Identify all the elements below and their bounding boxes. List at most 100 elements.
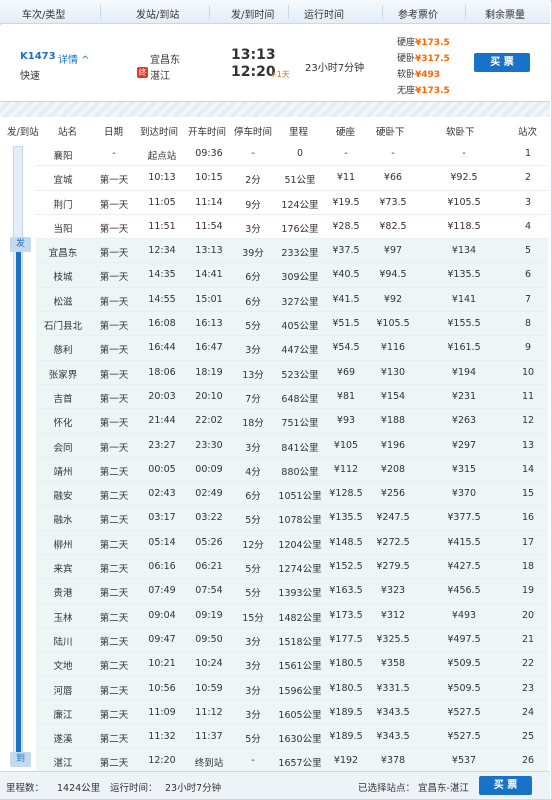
- cell-dist: 405公里: [281, 321, 319, 333]
- table-row[interactable]: 吉首 第一天 20:03 20:10 7分 648公里 ¥81 ¥154 ¥231 11: [36, 384, 548, 410]
- header-times: 发/到时间: [231, 10, 275, 21]
- stop-table-header: 发/到站 站名 日期 到达时间 开车时间 停车时间 里程 硬座 硬卧下 软卧下 …: [0, 118, 550, 142]
- cell-name: 河唇: [53, 685, 73, 697]
- table-row[interactable]: 靖州 第二天 00:05 00:09 4分 880公里 ¥112 ¥208 ¥315 14: [36, 457, 548, 483]
- arrive-marker[interactable]: 到: [10, 752, 31, 767]
- cell-arr: 11:51: [148, 220, 176, 232]
- cell-dist: 124公里: [281, 199, 319, 211]
- cell-stop: 6分: [245, 272, 261, 284]
- depart-marker[interactable]: 发: [10, 237, 31, 252]
- table-row[interactable]: 慈利 第一天 16:44 16:47 3分 447公里 ¥54.5 ¥116 ¥161.5 9: [36, 336, 548, 361]
- cell-dist: 1605公里: [278, 709, 322, 721]
- cell-hard: ¥54.5: [332, 342, 360, 354]
- cell-dep: 11:12: [195, 706, 223, 718]
- train-type: 快速: [20, 71, 40, 82]
- cell-no: 13: [521, 439, 535, 451]
- table-row[interactable]: 宜昌东 第一天 12:34 13:13 39分 233公里 ¥37.5 ¥97 ¥134 5: [36, 239, 548, 264]
- cell-day: 第二天: [99, 685, 129, 697]
- table-row[interactable]: 廉江 第二天 11:09 11:12 3分 1605公里 ¥189.5 ¥343.5 ¥527.…: [36, 700, 548, 726]
- table-row[interactable]: 枝城 第一天 14:35 14:41 6分 309公里 ¥40.5 ¥94.5 ¥135.5 6: [36, 263, 548, 288]
- table-row[interactable]: 陆川 第二天 09:47 09:50 3分 1518公里 ¥177.5 ¥325.5 ¥497.…: [36, 627, 548, 653]
- arrive-time: 12:20: [231, 64, 276, 80]
- footer-selected-value: 宜昌东-湛江: [418, 783, 469, 794]
- cell-arr: 09:04: [148, 609, 176, 621]
- cell-day: 第一天: [99, 442, 129, 454]
- cell-dep: 00:09: [195, 463, 223, 475]
- table-row[interactable]: 当阳 第一天 11:51 11:54 3分 176公里 ¥28.5 ¥82.5 ¥118.5 4: [36, 215, 548, 240]
- cell-hsl: ¥196: [380, 439, 406, 451]
- price-no-seat: 无座¥173.5: [397, 86, 450, 96]
- stop-list: 襄阳 - 起点站 09:36-0- - -1 宜城 第一天 10:13 10:15 2分 51公里 ¥1…: [36, 142, 548, 774]
- col-day: 日期: [104, 127, 124, 138]
- table-row[interactable]: 河唇 第二天 10:56 10:59 3分 1596公里 ¥180.5 ¥331.5 ¥509.…: [36, 676, 548, 701]
- cell-day: 第二天: [99, 734, 129, 746]
- cell-day: 第二天: [99, 758, 129, 770]
- table-row[interactable]: 荆门 第一天 11:05 11:14 9分 124公里 ¥19.5 ¥73.5 ¥105.5 3: [36, 191, 548, 215]
- table-row[interactable]: 石门县北 第一天 16:08 16:13 5分 405公里 ¥51.5 ¥105.5 ¥155.…: [36, 312, 548, 337]
- cell-hsl: ¥312: [380, 609, 406, 621]
- cell-day: 第一天: [99, 175, 129, 187]
- table-row[interactable]: 文地 第二天 10:21 10:24 3分 1561公里 ¥180.5 ¥358 ¥509.5 2…: [36, 652, 548, 677]
- table-row[interactable]: 张家界 第一天 18:06 18:19 13分 523公里 ¥69 ¥130 ¥194 10: [36, 360, 548, 385]
- cell-hsl: ¥82.5: [379, 220, 407, 232]
- cell-hsl: ¥325.5: [376, 633, 410, 645]
- cell-hard: ¥112: [333, 463, 359, 475]
- cell-stop: 3分: [245, 685, 261, 697]
- cell-ssl: ¥509.5: [447, 658, 481, 670]
- cell-hsl: ¥331.5: [376, 682, 410, 694]
- table-row[interactable]: 融水 第二天 03:17 03:22 5分 1078公里 ¥135.5 ¥247.5 ¥377.…: [36, 506, 548, 531]
- footer-buy-button[interactable]: 买 票: [479, 776, 532, 795]
- cell-name: 来宾: [53, 564, 73, 576]
- cell-arr: 16:08: [148, 318, 176, 330]
- cell-dist: 841公里: [281, 442, 319, 454]
- cell-arr: 06:16: [148, 561, 176, 573]
- cell-ssl: ¥231: [451, 390, 477, 402]
- buy-ticket-button[interactable]: 买 票: [474, 53, 530, 72]
- footer-duration-value: 23小时7分钟: [165, 783, 222, 794]
- table-row[interactable]: 松滋 第一天 14:55 15:01 6分 327公里 ¥41.5 ¥92 ¥141 7: [36, 287, 548, 313]
- cell-name: 贵港: [53, 588, 73, 600]
- footer-distance-label: 里程数：: [6, 783, 45, 794]
- table-row[interactable]: 来宾 第二天 06:16 06:21 5分 1274公里 ¥152.5 ¥279.5 ¥427.…: [36, 555, 548, 580]
- table-row[interactable]: 宜城 第一天 10:13 10:15 2分 51公里 ¥11 ¥66 ¥92.5 2: [36, 166, 548, 191]
- cell-stop: 3分: [245, 661, 261, 673]
- table-row[interactable]: 遂溪 第二天 11:32 11:37 5分 1630公里 ¥189.5 ¥343.5 ¥527.…: [36, 725, 548, 750]
- cell-arr: 20:03: [148, 390, 176, 402]
- footer-distance-value: 1424公里: [57, 783, 101, 794]
- cell-dist: 523公里: [281, 369, 319, 381]
- cell-stop: 5分: [245, 321, 261, 333]
- cell-stop: 5分: [245, 588, 261, 600]
- cell-dist: 1393公里: [278, 588, 322, 600]
- table-row[interactable]: 玉林 第二天 09:04 09:19 15分 1482公里 ¥173.5 ¥312 ¥493 20: [36, 603, 548, 628]
- cell-dep: 07:54: [195, 585, 223, 597]
- train-number[interactable]: K1473: [20, 51, 56, 62]
- cell-dep: 11:54: [195, 220, 223, 232]
- cell-dist: 648公里: [281, 393, 319, 405]
- train-detail-link[interactable]: 详情 ^: [58, 51, 90, 66]
- cell-hard: ¥41.5: [332, 293, 360, 305]
- terminal-badge: 终: [137, 67, 148, 78]
- header-duration: 运行时间: [304, 10, 344, 21]
- cell-no: 9: [524, 342, 532, 354]
- col-arrive: 到达时间: [140, 127, 179, 138]
- cell-arr: 16:44: [148, 342, 176, 354]
- table-row[interactable]: 贵港 第二天 07:49 07:54 5分 1393公里 ¥163.5 ¥323 ¥456.5 1…: [36, 579, 548, 604]
- table-row[interactable]: 会同 第一天 23:27 23:30 3分 841公里 ¥105 ¥196 ¥297 13: [36, 433, 548, 458]
- cell-day: 第一天: [99, 321, 129, 333]
- cell-dep: 09:50: [195, 633, 223, 645]
- cell-arr: 05:14: [148, 536, 176, 548]
- table-row[interactable]: 怀化 第一天 21:44 22:02 18分 751公里 ¥93 ¥188 ¥263 12: [36, 409, 548, 434]
- cell-hsl: ¥272.5: [376, 536, 410, 548]
- table-row[interactable]: 柳州 第二天 05:14 05:26 12分 1204公里 ¥148.5 ¥272.5 ¥415…: [36, 530, 548, 556]
- cell-hsl: ¥279.5: [376, 561, 410, 573]
- cell-no: 18: [521, 561, 535, 573]
- cell-arr: 07:49: [148, 585, 176, 597]
- cell-day: 第一天: [99, 272, 129, 284]
- cell-arr: 10:21: [148, 658, 176, 670]
- table-row[interactable]: 融安 第二天 02:43 02:49 6分 1051公里 ¥128.5 ¥256 ¥370 15: [36, 482, 548, 507]
- cell-day: 第一天: [99, 296, 129, 308]
- route-selected-bar[interactable]: [16, 247, 21, 752]
- cell-hard: ¥135.5: [329, 512, 363, 524]
- table-row[interactable]: 襄阳 - 起点站 09:36 - 0 - - - 1: [36, 142, 548, 167]
- from-station: 宜昌东: [150, 55, 180, 66]
